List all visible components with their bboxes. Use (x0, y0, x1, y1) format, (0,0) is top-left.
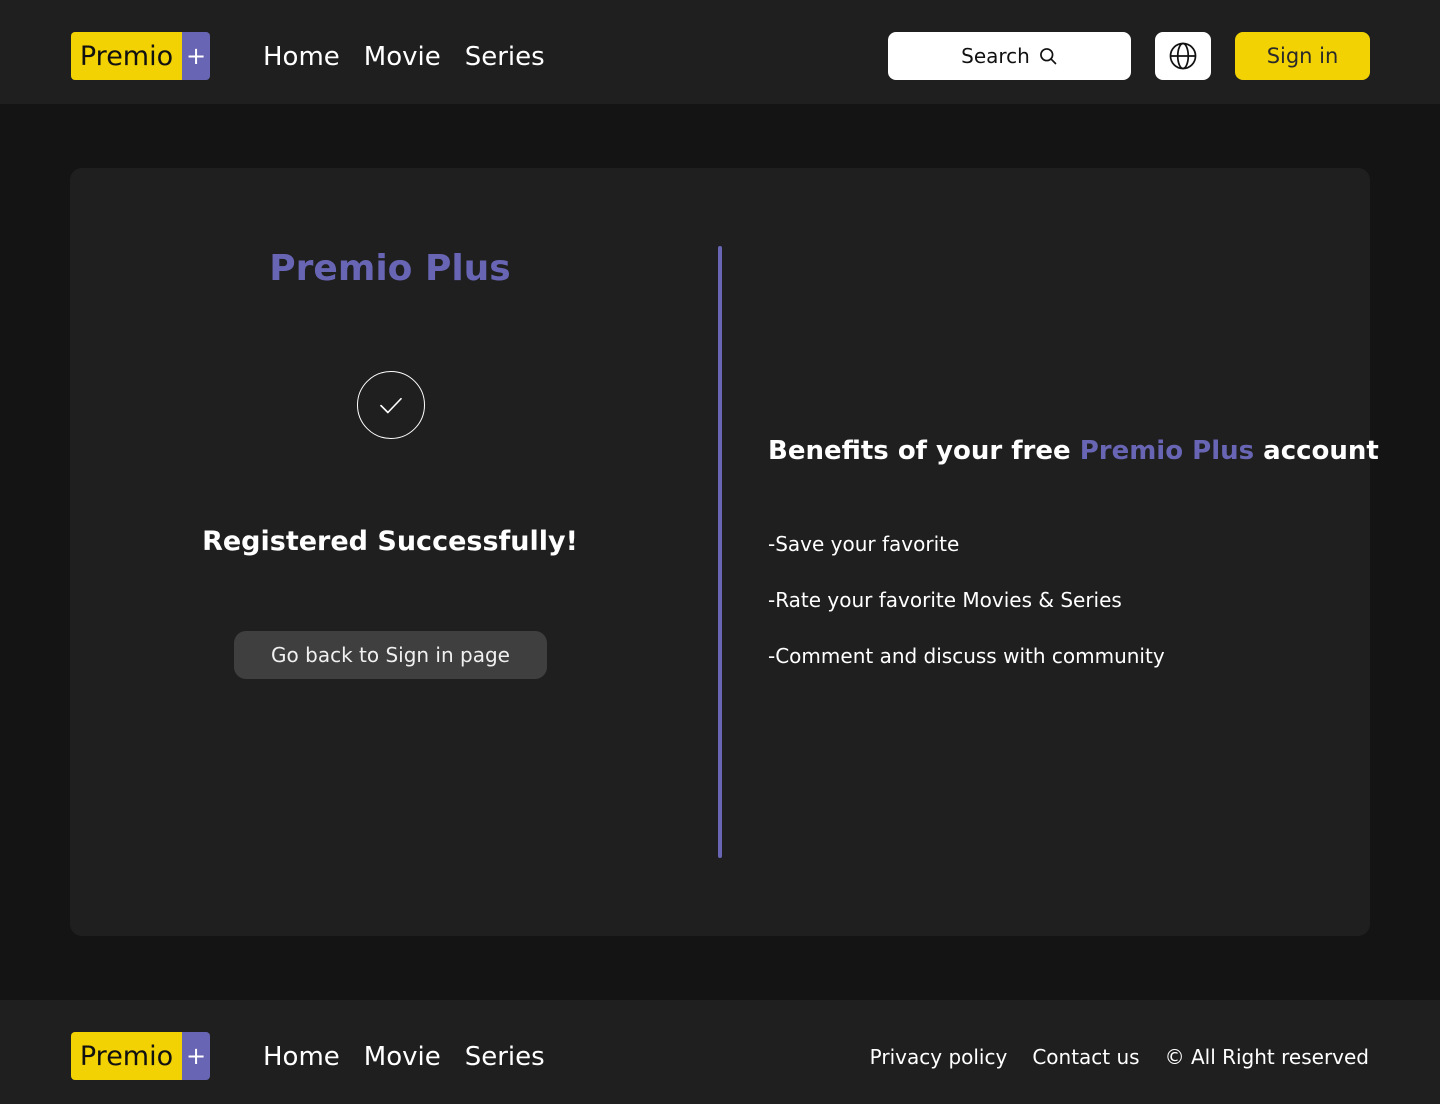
benefit-list: -Save your favorite -Rate your favorite … (768, 530, 1328, 698)
search-button[interactable]: Search (888, 32, 1131, 80)
copyright-text: © All Right reserved (1164, 1045, 1369, 1069)
benefits-title-prefix: Benefits of your free (768, 436, 1080, 466)
success-panel: Premio Plus Registered Successfully! Go … (70, 168, 710, 936)
logo-word: Premio (71, 32, 182, 80)
benefit-item: -Comment and discuss with community (768, 644, 1165, 668)
globe-icon (1169, 42, 1197, 70)
footer-nav-series[interactable]: Series (465, 1042, 545, 1072)
logo-word: Premio (71, 1032, 182, 1080)
nav-home[interactable]: Home (263, 42, 340, 72)
sign-in-button[interactable]: Sign in (1235, 32, 1370, 80)
footer-nav-home[interactable]: Home (263, 1042, 340, 1072)
check-circle-icon (357, 371, 425, 439)
back-to-sign-in-button[interactable]: Go back to Sign in page (234, 631, 547, 679)
footer: Premio + Home Movie Series Privacy polic… (0, 1000, 1440, 1104)
language-button[interactable] (1155, 32, 1211, 80)
success-message: Registered Successfully! (202, 526, 578, 557)
footer-links: Privacy policy Contact us © All Right re… (870, 1040, 1369, 1074)
search-icon (1039, 48, 1057, 65)
benefit-item: -Save your favorite (768, 532, 960, 556)
privacy-policy-link[interactable]: Privacy policy (870, 1045, 1008, 1069)
main-nav: Home Movie Series (263, 38, 545, 76)
benefits-title: Benefits of your free Premio Plus accoun… (768, 436, 1379, 466)
contact-us-link[interactable]: Contact us (1032, 1045, 1139, 1069)
logo[interactable]: Premio + (71, 32, 210, 80)
benefit-item: -Rate your favorite Movies & Series (768, 588, 1122, 612)
logo-plus: + (182, 32, 210, 80)
footer-nav-movie[interactable]: Movie (364, 1042, 441, 1072)
nav-movie[interactable]: Movie (364, 42, 441, 72)
brand-title: Premio Plus (269, 248, 511, 289)
vertical-divider (718, 246, 722, 858)
registration-success-card: Premio Plus Registered Successfully! Go … (70, 168, 1379, 936)
footer-logo[interactable]: Premio + (71, 1032, 210, 1080)
top-navbar: Premio + Home Movie Series Search Sign i… (0, 0, 1440, 104)
benefits-title-accent: Premio Plus (1079, 436, 1255, 466)
logo-plus: + (182, 1032, 210, 1080)
benefits-title-suffix: account (1254, 436, 1379, 466)
footer-nav: Home Movie Series (263, 1038, 545, 1076)
search-label: Search (961, 44, 1030, 68)
nav-series[interactable]: Series (465, 42, 545, 72)
